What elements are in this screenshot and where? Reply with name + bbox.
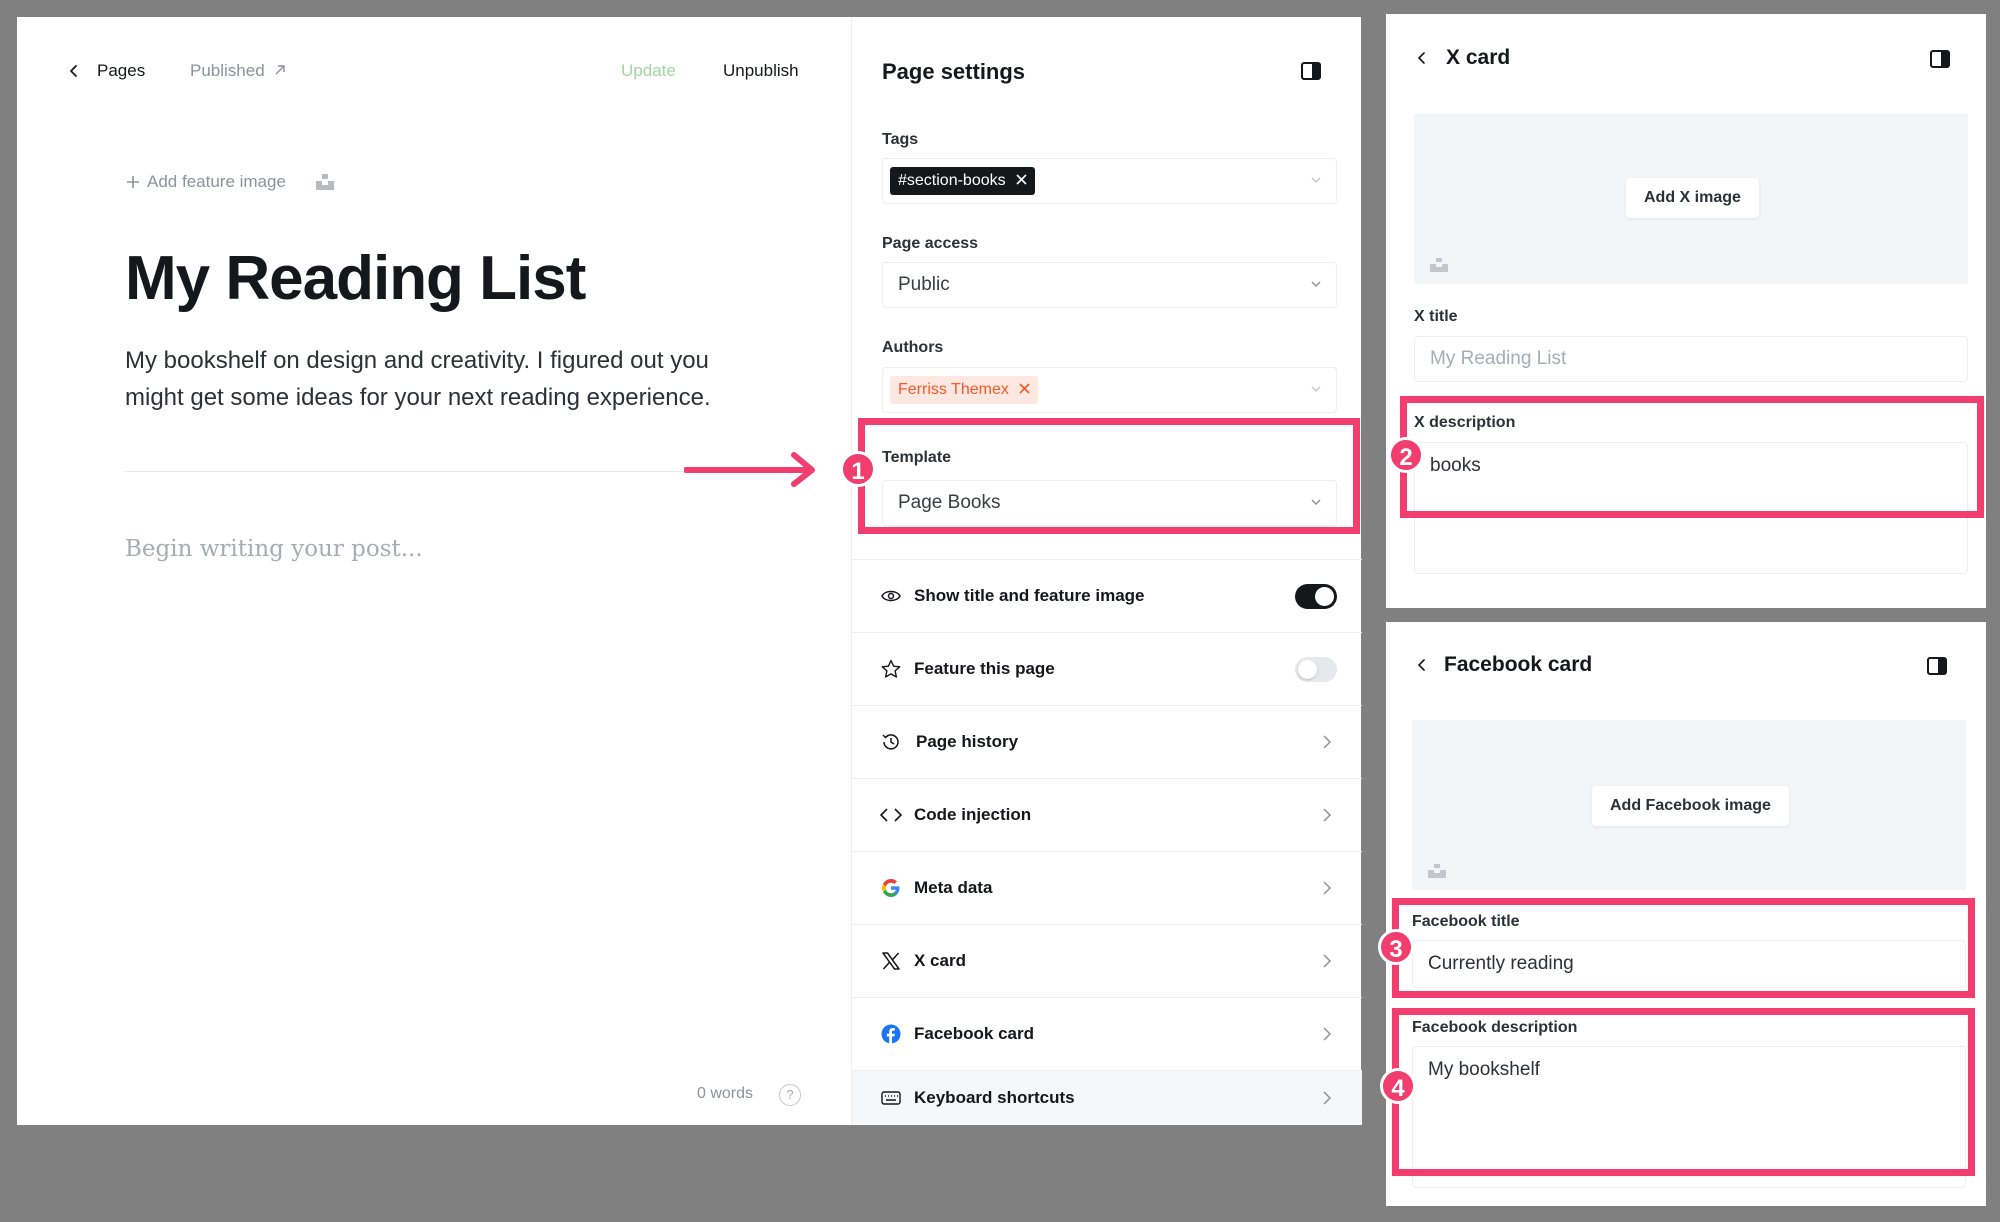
excerpt-divider (125, 471, 735, 472)
row-label: Feature this page (914, 659, 1055, 678)
row-label: Keyboard shortcuts (914, 1088, 1075, 1107)
chevron-down-icon (1311, 386, 1321, 393)
word-count: 0 words (697, 1085, 754, 1102)
toggle-knob (1298, 659, 1317, 679)
page-access-value: Public (898, 274, 950, 295)
x-logo-icon (880, 950, 902, 972)
close-icon[interactable] (1019, 383, 1030, 394)
help-icon[interactable]: ? (779, 1084, 801, 1106)
toggle-knob (1315, 586, 1334, 606)
star-icon (880, 658, 902, 680)
published-status-label: Published (190, 61, 265, 80)
row-feature-this-page[interactable]: Feature this page (852, 632, 1362, 705)
add-feature-image-button[interactable]: Add feature image (125, 172, 334, 192)
row-label: Page history (916, 732, 1019, 751)
annotation-badge-1: 1 (840, 451, 876, 487)
tags-field[interactable]: #section-books (882, 158, 1337, 204)
tags-label: Tags (882, 131, 919, 148)
chevron-left-icon[interactable] (1414, 658, 1428, 672)
x-title-input[interactable]: My Reading List (1414, 336, 1968, 382)
row-label: Show title and feature image (914, 586, 1145, 605)
row-label: X card (914, 951, 966, 970)
page-access-label: Page access (882, 235, 979, 252)
row-meta-data[interactable]: Meta data (852, 851, 1362, 924)
editor-topbar: Pages Published Update Unpublish (17, 17, 851, 107)
settings-title: Page settings (882, 59, 1026, 84)
sidebar-toggle-icon[interactable] (1930, 50, 1950, 68)
tag-chip[interactable]: #section-books (890, 167, 1036, 195)
chevron-left-icon[interactable] (65, 62, 83, 80)
row-facebook-card[interactable]: Facebook card (852, 997, 1362, 1070)
highlight-facebook-description (1392, 1008, 1975, 1176)
editor-panel: Pages Published Update Unpublish Add fea… (17, 17, 851, 1125)
unpublish-button[interactable]: Unpublish (723, 61, 799, 81)
row-label: Meta data (914, 878, 993, 897)
highlight-x-description (1400, 396, 1984, 518)
facebook-image-area[interactable]: Add Facebook image (1412, 720, 1966, 890)
sidebar-toggle-icon[interactable] (1927, 657, 1947, 675)
keyboard-icon (880, 1087, 902, 1109)
author-chip-label: Ferriss Themex (898, 381, 1009, 398)
row-label: Facebook card (914, 1024, 1034, 1043)
show-title-toggle[interactable] (1295, 583, 1337, 609)
unsplash-icon[interactable] (1428, 864, 1446, 878)
code-icon (880, 804, 902, 826)
chevron-right-icon (1323, 1091, 1332, 1105)
external-link-icon (275, 65, 286, 75)
tag-chip-label: #section-books (898, 172, 1006, 189)
add-facebook-image-button[interactable]: Add Facebook image (1592, 786, 1789, 826)
eye-icon (880, 585, 902, 607)
back-to-pages-link[interactable]: Pages (97, 61, 145, 81)
chevron-right-icon (1323, 954, 1332, 968)
annotation-arrow (684, 452, 815, 487)
add-feature-image-label: Add feature image (147, 172, 286, 191)
highlight-template (858, 418, 1360, 534)
chevron-right-icon (1323, 881, 1332, 895)
post-excerpt[interactable]: My bookshelf on design and creativity. I… (125, 342, 725, 416)
unsplash-icon[interactable] (315, 174, 334, 190)
authors-field[interactable]: Ferriss Themex (882, 367, 1337, 413)
row-keyboard-shortcuts[interactable]: Keyboard shortcuts (852, 1070, 1362, 1125)
annotation-badge-2: 2 (1388, 437, 1424, 473)
sidebar-toggle-icon[interactable] (1301, 62, 1321, 80)
x-card-panel: X card Add X image X title My Reading Li… (1386, 14, 1986, 608)
google-icon (880, 877, 902, 899)
x-card-title: X card (1446, 46, 1511, 69)
history-icon (880, 731, 902, 753)
update-button[interactable]: Update (621, 61, 676, 81)
authors-label: Authors (882, 339, 944, 356)
row-code-injection[interactable]: Code injection (852, 778, 1362, 851)
plus-icon (127, 176, 139, 188)
facebook-icon (880, 1023, 902, 1045)
chevron-right-icon (1323, 735, 1332, 749)
highlight-facebook-title (1392, 898, 1975, 998)
post-body-placeholder[interactable]: Begin writing your post... (125, 536, 423, 562)
close-icon[interactable] (1016, 174, 1027, 185)
x-title-label: X title (1414, 308, 1458, 325)
row-show-title-feature-image[interactable]: Show title and feature image (852, 559, 1362, 632)
chevron-right-icon (1323, 808, 1332, 822)
chevron-left-icon[interactable] (1414, 51, 1428, 65)
chevron-right-icon (1323, 1027, 1332, 1041)
row-x-card[interactable]: X card (852, 924, 1362, 997)
published-status[interactable]: Published (190, 61, 287, 81)
facebook-card-title: Facebook card (1444, 653, 1593, 676)
page-access-select[interactable]: Public (882, 262, 1337, 308)
author-chip[interactable]: Ferriss Themex (890, 376, 1039, 404)
page-settings-panel: Page settings Tags #section-books Page a… (851, 17, 1362, 1125)
row-label: Code injection (914, 805, 1032, 824)
post-title[interactable]: My Reading List (125, 239, 586, 319)
annotation-badge-4: 4 (1380, 1068, 1416, 1104)
x-image-area[interactable]: Add X image (1414, 114, 1968, 284)
chevron-down-icon (1311, 177, 1321, 184)
unsplash-icon[interactable] (1430, 258, 1448, 272)
chevron-down-icon (1311, 281, 1321, 288)
annotation-badge-3: 3 (1378, 929, 1414, 965)
feature-page-toggle[interactable] (1295, 656, 1337, 682)
row-page-history[interactable]: Page history (852, 705, 1362, 778)
add-x-image-button[interactable]: Add X image (1626, 178, 1759, 218)
